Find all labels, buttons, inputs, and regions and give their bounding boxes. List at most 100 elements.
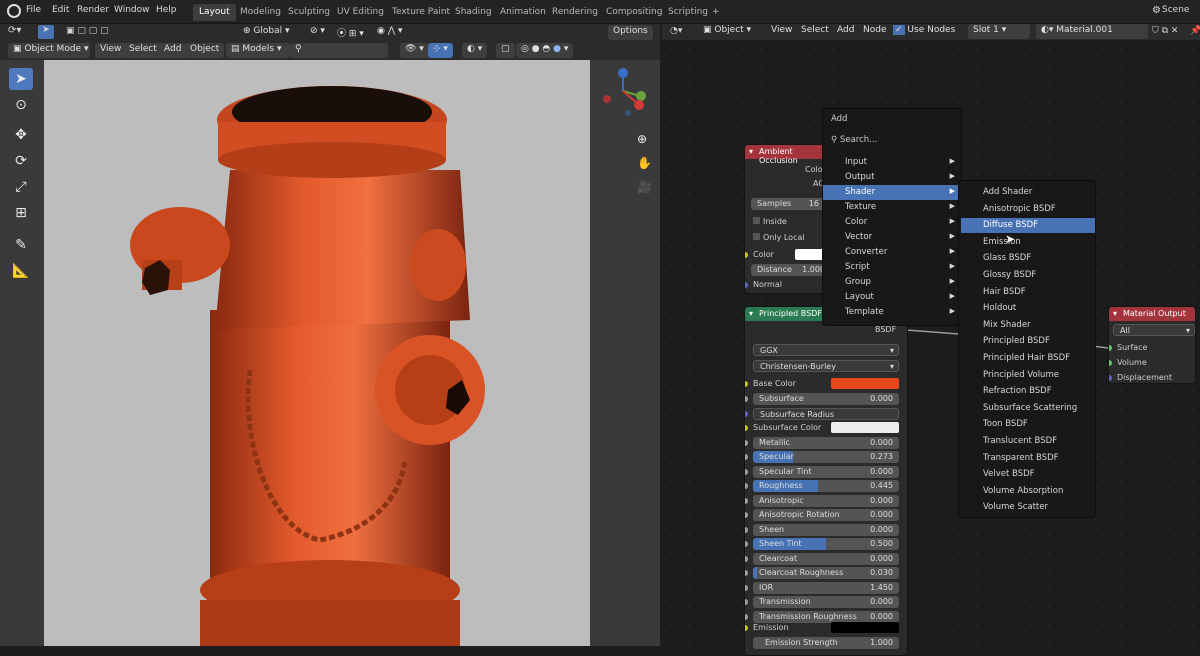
emission-socket[interactable] — [745, 625, 748, 631]
cursor-icon[interactable]: ⊙ — [9, 94, 33, 116]
target-dropdown[interactable]: All ▾ — [1113, 324, 1195, 336]
node-header[interactable]: ▾ Ambient Occlusion — [745, 145, 825, 165]
shader-item-holdout[interactable]: Holdout — [961, 301, 1095, 316]
node-menu[interactable]: Node — [858, 24, 892, 39]
options-button[interactable]: Options — [608, 25, 653, 40]
param-anisotropic[interactable]: Anisotropic 0.000 — [753, 494, 899, 507]
output-input-socket[interactable] — [1109, 360, 1112, 366]
add-menu-item-converter[interactable]: Converter ▶ — [823, 245, 961, 260]
node-header[interactable]: ▾ Material Output — [1109, 307, 1195, 321]
param-ior[interactable]: IOR 1.450 — [753, 581, 899, 594]
shader-item-glossy-bsdf[interactable]: Glossy BSDF — [961, 268, 1095, 283]
menu-edit[interactable]: Edit — [52, 5, 69, 15]
view-menu[interactable]: View — [95, 43, 127, 58]
object-dropdown[interactable]: ▣ Object ▾ — [698, 24, 756, 39]
only-local-checkbox[interactable]: Only Local — [753, 233, 805, 242]
pan-hand-icon[interactable]: ✋ — [637, 156, 652, 170]
emission-swatch[interactable] — [831, 622, 899, 633]
shader-item-emission[interactable]: Emission — [961, 235, 1095, 250]
tab-animation[interactable]: Animation — [494, 4, 552, 21]
param-specular-tint[interactable]: Specular Tint 0.000 — [753, 465, 899, 478]
param-clearcoat[interactable]: Clearcoat 0.000 — [753, 552, 899, 565]
visibility-icon[interactable]: 👁 ▾ — [400, 43, 429, 58]
param-transmission[interactable]: Transmission 0.000 — [753, 596, 899, 608]
ambient-occlusion-node[interactable]: ▾ Ambient Occlusion Color AO Samples 16 In… — [744, 144, 826, 294]
add-menu-item-color[interactable]: Color ▶ — [823, 215, 961, 230]
zoom-icon[interactable]: ⊕ — [637, 132, 647, 146]
viewport-search-input[interactable]: ⚲ — [290, 43, 388, 58]
param-sheen[interactable]: Sheen 0.000 — [753, 523, 899, 536]
shader-item-toon-bsdf[interactable]: Toon BSDF — [961, 417, 1095, 432]
menu-window[interactable]: Window — [114, 5, 150, 15]
param-transmission-roughness[interactable]: Transmission Roughness 0.000 — [753, 610, 899, 623]
tab-uv-editing[interactable]: UV Editing — [331, 4, 390, 21]
shader-item-translucent-bsdf[interactable]: Translucent BSDF — [961, 434, 1095, 449]
shader-item-velvet-bsdf[interactable]: Velvet BSDF — [961, 467, 1095, 482]
param-socket[interactable] — [745, 454, 748, 460]
add-menu-item-input[interactable]: Input ▶ — [823, 155, 961, 170]
principled-bsdf-node[interactable]: ▾ Principled BSDF BSDF GGX ▾ Christensen-B… — [744, 306, 908, 656]
add-workspace-button[interactable]: + — [706, 4, 726, 21]
measure-icon[interactable]: 📐 — [9, 260, 33, 282]
output-input-socket[interactable] — [1109, 345, 1112, 351]
select-mode-icons[interactable]: ▣ ▢ ▢ ▢ — [66, 26, 126, 38]
select-box-icon[interactable]: ➤ — [9, 68, 33, 90]
shader-item-principled-bsdf[interactable]: Principled BSDF — [961, 334, 1095, 349]
pivot-icon[interactable]: ⊘ ▾ — [305, 25, 330, 40]
shader-item-hair-bsdf[interactable]: Hair BSDF — [961, 285, 1095, 300]
subsurface-color-socket[interactable] — [745, 425, 748, 431]
move-icon[interactable]: ✥ — [9, 124, 33, 146]
param-specular[interactable]: Specular 0.273 — [753, 451, 899, 463]
tab-shading[interactable]: Shading — [449, 4, 498, 21]
tab-rendering[interactable]: Rendering — [546, 4, 604, 21]
param-anisotropic-rotation[interactable]: Anisotropic Rotation 0.000 — [753, 509, 899, 521]
tab-modeling[interactable]: Modeling — [234, 4, 287, 21]
param-socket[interactable] — [745, 512, 748, 518]
shader-item-mix-shader[interactable]: Mix Shader — [961, 318, 1095, 333]
samples-field[interactable]: Samples 16 — [751, 198, 825, 210]
shader-item-anisotropic-bsdf[interactable]: Anisotropic BSDF — [961, 202, 1095, 217]
material-output-node[interactable]: ▾ Material Output All ▾ Surface Volume Displ… — [1108, 306, 1196, 384]
param-roughness[interactable]: Roughness 0.445 — [753, 480, 899, 492]
param-socket[interactable] — [745, 468, 748, 475]
menu-render[interactable]: Render — [77, 5, 109, 15]
editor-type-icon[interactable]: ⟳▾ — [8, 25, 21, 36]
output-input-socket[interactable] — [1109, 375, 1112, 381]
param-socket[interactable] — [745, 439, 748, 446]
subsurface-method-dropdown[interactable]: Christensen-Burley ▾ — [753, 360, 899, 372]
shader-item-volume-scatter[interactable]: Volume Scatter — [961, 500, 1095, 515]
gizmo-icon[interactable]: ⊹ ▾ — [428, 43, 453, 58]
add-menu-item-script[interactable]: Script ▶ — [823, 260, 961, 275]
blender-logo-icon[interactable] — [7, 4, 21, 18]
param-sheen-tint[interactable]: Sheen Tint 0.500 — [753, 538, 899, 550]
shader-item-volume-absorption[interactable]: Volume Absorption — [961, 484, 1095, 499]
param-socket[interactable] — [745, 584, 748, 591]
tab-compositing[interactable]: Compositing — [600, 4, 668, 21]
axis-gizmo-icon[interactable] — [598, 66, 648, 116]
xray-icon[interactable]: ▢ — [496, 43, 515, 58]
tab-layout[interactable]: Layout — [193, 4, 236, 21]
add-menu-item-group[interactable]: Group ▶ — [823, 275, 961, 290]
scene-icon[interactable]: ⚙ — [1152, 5, 1161, 16]
normal-socket[interactable] — [745, 282, 748, 288]
add-menu-button[interactable]: Add — [159, 43, 187, 58]
subsurface-color-swatch[interactable] — [831, 422, 899, 433]
distribution-dropdown[interactable]: GGX ▾ — [753, 344, 899, 356]
param-socket[interactable] — [745, 526, 748, 533]
subsurface-radius-socket[interactable] — [745, 410, 748, 417]
add-search-input[interactable]: ⚲ Search... — [827, 133, 957, 148]
param-subsurface[interactable]: Subsurface 0.000 — [753, 393, 899, 405]
scale-icon[interactable]: ⤢ — [9, 176, 33, 198]
add-menu-item-vector[interactable]: Vector ▶ — [823, 230, 961, 245]
shader-item-principled-volume[interactable]: Principled Volume — [961, 368, 1095, 383]
add-menu-item-template[interactable]: Template ▶ — [823, 305, 961, 320]
shading-modes-icons[interactable]: ◎ ● ◓ ● ▾ — [516, 43, 574, 58]
shader-item-refraction-bsdf[interactable]: Refraction BSDF — [961, 384, 1095, 399]
tab-texture-paint[interactable]: Texture Paint — [386, 4, 456, 21]
add-menu-item-output[interactable]: Output ▶ — [823, 170, 961, 185]
color-socket[interactable] — [745, 252, 748, 258]
param-socket[interactable] — [745, 497, 748, 504]
node-select-menu[interactable]: Select — [796, 24, 834, 39]
orientation-dropdown[interactable]: ⊕ Global ▾ — [238, 25, 295, 40]
add-menu-item-texture[interactable]: Texture ▶ — [823, 200, 961, 215]
